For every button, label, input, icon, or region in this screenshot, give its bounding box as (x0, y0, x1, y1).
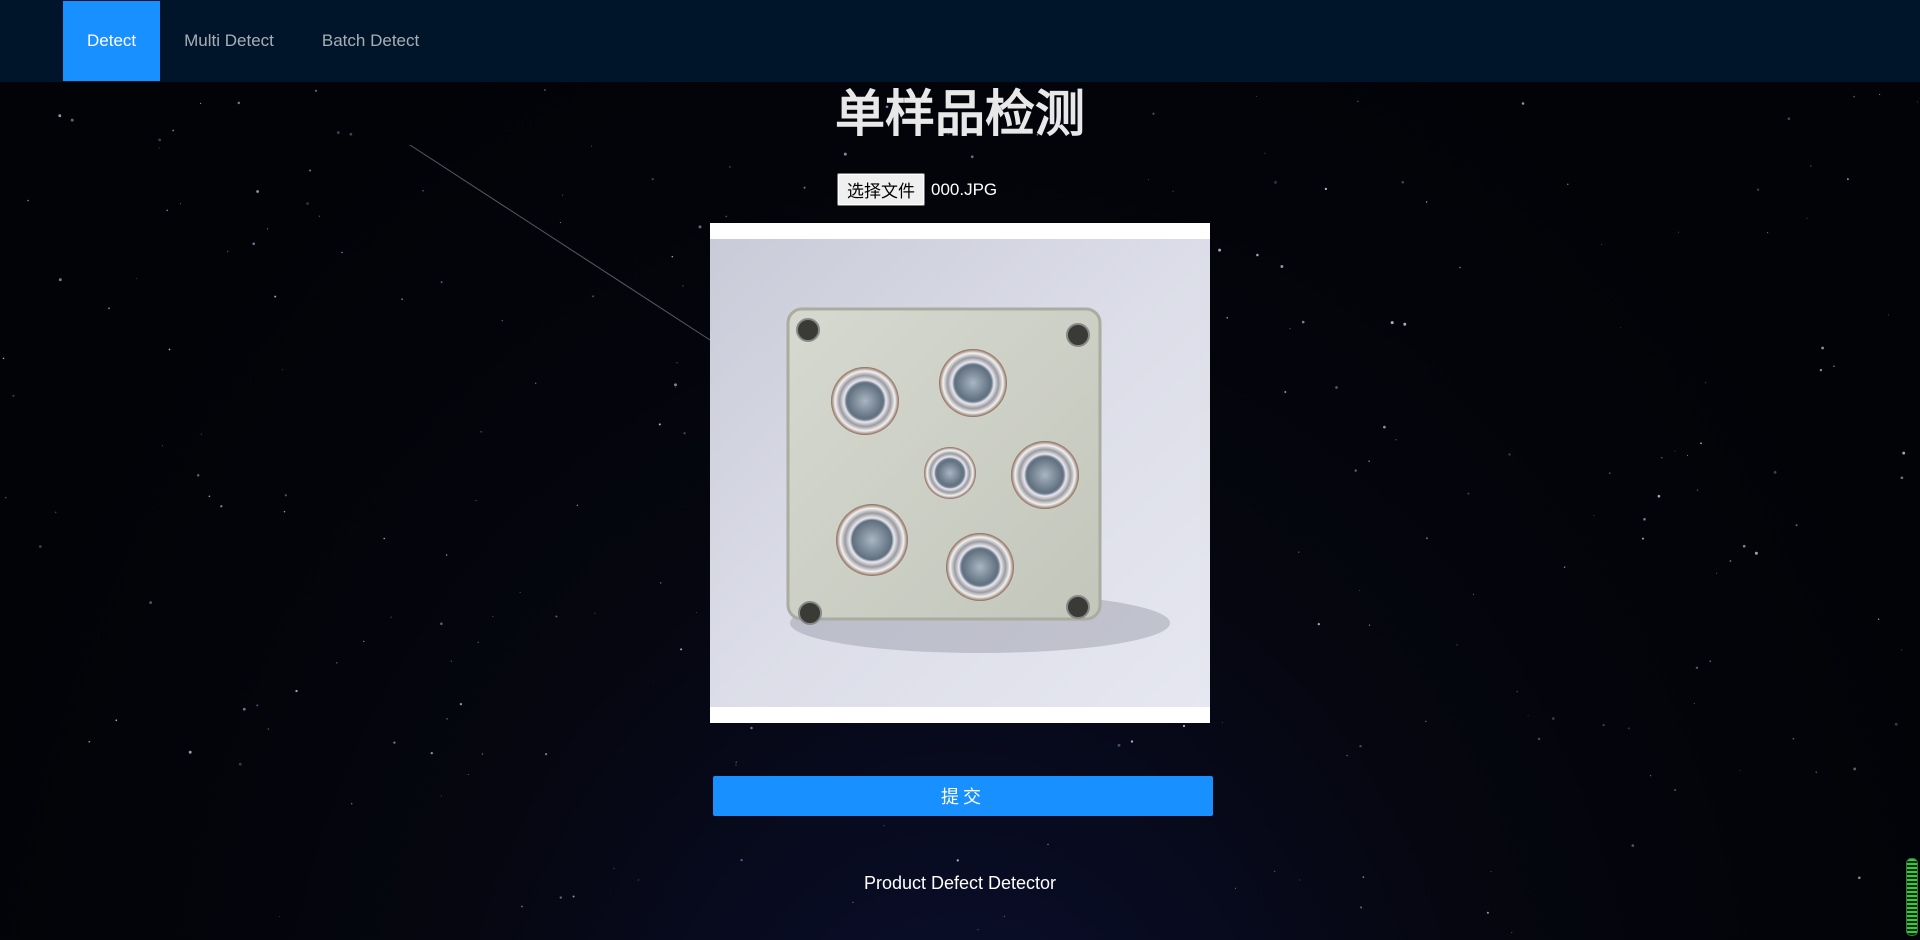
selected-file-name: 000.JPG (931, 179, 998, 199)
image-preview (710, 223, 1210, 723)
top-navbar: Detect Multi Detect Batch Detect (0, 0, 1920, 82)
footer-title: Product Defect Detector (863, 873, 1057, 893)
page-title: 单样品检测 (835, 86, 1085, 142)
status-meter (1906, 858, 1918, 936)
nav-tab-detect[interactable]: Detect (63, 1, 161, 81)
preview-photo (710, 239, 1210, 707)
choose-file-button[interactable]: 选择文件 (837, 173, 925, 206)
nav-tab-batch-detect[interactable]: Batch Detect (298, 1, 443, 81)
app-page: Detect Multi Detect Batch Detect 单样品检测 选… (0, 0, 1920, 940)
submit-button[interactable]: 提交 (713, 776, 1213, 816)
nav-tab-multi-detect[interactable]: Multi Detect (160, 1, 298, 81)
file-input: 选择文件 000.JPG (837, 173, 997, 206)
